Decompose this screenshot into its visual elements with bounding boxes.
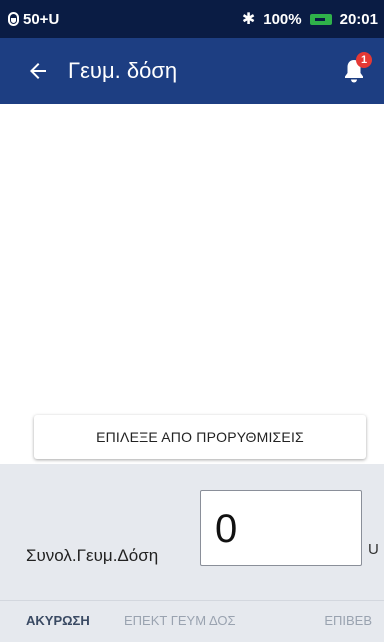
pod-icon [8, 12, 19, 26]
clock: 20:01 [339, 10, 378, 28]
status-bar: 50+U ✱ 100% 20:01 [0, 0, 384, 38]
bluetooth-icon: ✱ [241, 11, 256, 28]
pod-status-text: 50+U [23, 10, 60, 28]
action-bar: ΑΚΥΡΩΣΗ ΕΠΕΚΤ ΓΕΥΜ ΔΟΣ ΕΠΙΒΕΒ [0, 601, 384, 642]
app-bar: Γευμ. δόση 1 [0, 38, 384, 104]
dose-input[interactable]: 0 [200, 490, 362, 566]
unit-label: U [368, 541, 379, 558]
status-right: ✱ 100% 20:01 [242, 9, 378, 29]
battery-percent: 100% [263, 10, 302, 28]
notification-bell-icon[interactable]: 1 [342, 52, 372, 84]
back-arrow-icon[interactable] [26, 59, 50, 83]
extended-bolus-button[interactable]: ΕΠΕΚΤ ΓΕΥΜ ΔΟΣ [124, 613, 236, 628]
confirm-button[interactable]: ΕΠΙΒΕΒ [324, 613, 372, 628]
cancel-button[interactable]: ΑΚΥΡΩΣΗ [26, 613, 90, 628]
select-preset-button[interactable]: ΕΠΙΛΕΞΕ ΑΠΟ ΠΡΟΡΥΘΜΙΣΕΙΣ [34, 415, 366, 459]
status-left: 50+U [8, 11, 59, 28]
notification-badge: 1 [356, 52, 372, 68]
total-dose-label: Συνολ.Γευμ.Δόση [26, 546, 159, 565]
page-title: Γευμ. δόση [68, 58, 178, 83]
content-area [0, 104, 384, 464]
battery-icon [309, 13, 332, 25]
